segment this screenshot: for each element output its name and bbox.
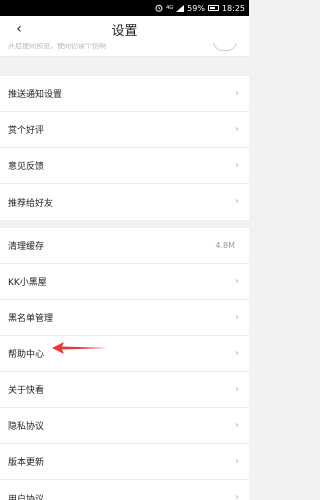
setting-label: 帮助中心 — [8, 350, 45, 360]
setting-label: 推荐给好友 — [8, 198, 54, 209]
setting-description: 开启使间预览，使间仍读个伤啊 — [8, 43, 106, 50]
chevron-right-icon: › — [235, 124, 239, 135]
setting-row-feedback[interactable]: 意见反馈 › — [0, 148, 249, 184]
setting-label: 推送通知设置 — [8, 90, 63, 100]
chevron-right-icon: › — [235, 196, 239, 207]
setting-row-blacklist[interactable]: 黑名单管理 › — [0, 300, 249, 336]
chevron-right-icon: › — [235, 348, 239, 359]
status-bar: 4G 59% 18:25 — [0, 0, 249, 16]
setting-row-help-center[interactable]: 帮助中心 › — [0, 336, 249, 372]
settings-group-2: 清理缓存 4.8M KK小黑屋 › 黑名单管理 › 帮助中心 › 关于快看 › … — [0, 228, 249, 500]
chevron-right-icon: › — [235, 276, 239, 287]
preview-setting-row[interactable]: 开启使间预览，使间仍读个伤啊 — [0, 43, 249, 57]
annotation-arrow-icon — [52, 342, 108, 354]
chevron-right-icon: › — [235, 88, 239, 99]
battery-percent: 59% — [187, 3, 205, 13]
clock: 18:25 — [221, 3, 245, 13]
signal-icon — [176, 4, 185, 12]
setting-label: 关于快看 — [8, 386, 45, 396]
chevron-right-icon: › — [235, 160, 239, 171]
setting-label: 赏个好评 — [8, 126, 45, 136]
battery-icon — [207, 5, 219, 11]
chevron-right-icon: › — [235, 312, 239, 323]
cache-size-value: 4.8M — [215, 241, 235, 250]
setting-row-push-notifications[interactable]: 推送通知设置 › — [0, 76, 249, 112]
settings-group-1: 推送通知设置 › 赏个好评 › 意见反馈 › 推荐给好友 › — [0, 76, 249, 220]
alarm-icon — [155, 4, 163, 12]
navigation-bar: ‹ 设置 — [0, 16, 249, 43]
setting-row-rate-app[interactable]: 赏个好评 › — [0, 112, 249, 148]
chevron-right-icon: › — [235, 420, 239, 431]
setting-label: KK小黑屋 — [8, 278, 47, 288]
setting-row-kk-blackroom[interactable]: KK小黑屋 › — [0, 264, 249, 300]
setting-row-about[interactable]: 关于快看 › — [0, 372, 249, 408]
chevron-right-icon: › — [235, 384, 239, 395]
setting-row-clear-cache[interactable]: 清理缓存 4.8M — [0, 228, 249, 264]
chevron-right-icon: › — [235, 492, 239, 500]
setting-label: 意见反馈 — [8, 162, 45, 172]
setting-row-version-update[interactable]: 版本更新 › — [0, 444, 249, 480]
setting-label: 版本更新 — [8, 458, 45, 468]
setting-label: 黑名单管理 — [8, 314, 54, 324]
chevron-right-icon: › — [235, 456, 239, 467]
back-icon[interactable]: ‹ — [12, 20, 26, 38]
setting-row-user-agreement[interactable]: 用户协议 › — [0, 480, 249, 500]
toggle-switch[interactable] — [213, 43, 237, 51]
page-title: 设置 — [111, 24, 138, 39]
setting-row-privacy[interactable]: 隐私协议 › — [0, 408, 249, 444]
network-badge: 4G — [166, 5, 174, 11]
setting-label: 用户协议 — [8, 494, 45, 500]
setting-label: 隐私协议 — [8, 422, 45, 432]
setting-row-recommend-friends[interactable]: 推荐给好友 › — [0, 184, 249, 220]
setting-label: 清理缓存 — [8, 242, 45, 252]
